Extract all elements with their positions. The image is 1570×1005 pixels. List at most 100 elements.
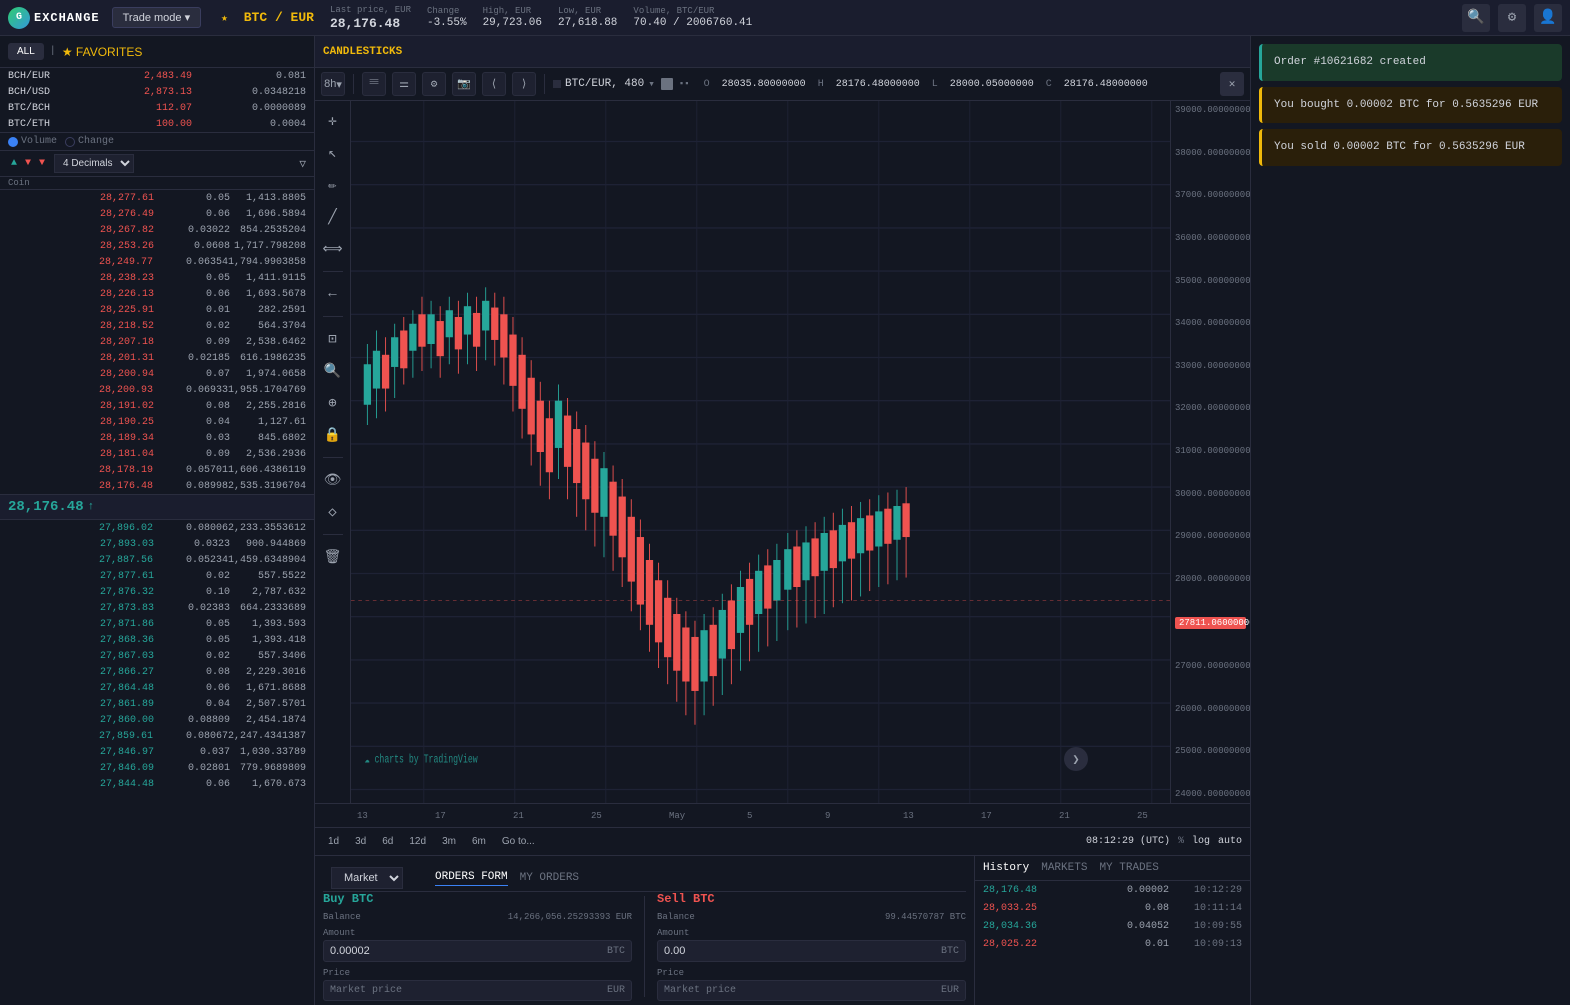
filter-favorites-button[interactable]: ★ FAVORITES (62, 45, 143, 59)
ask-row-17[interactable]: 28,178.19 0.05701 1,606.4386119 (0, 462, 314, 478)
magnet-tool[interactable]: ⊕ (319, 389, 347, 417)
settings-chart-icon[interactable]: ⚙ (422, 72, 446, 96)
sell-price-input-row[interactable]: Market price EUR (657, 980, 966, 1001)
bid-row-5[interactable]: 27,873.83 0.02383 664.2333689 (0, 600, 314, 616)
ask-row-7[interactable]: 28,225.91 0.01 282.2591 (0, 302, 314, 318)
bid-row-0[interactable]: 27,896.02 0.08006 2,233.3553612 (0, 520, 314, 536)
lock-tool[interactable]: 🔒 (319, 421, 347, 449)
my-orders-tab[interactable]: MY ORDERS (520, 870, 579, 886)
diamond-tool[interactable]: ◇ (319, 498, 347, 526)
ask-row-15[interactable]: 28,189.34 0.03 845.6802 (0, 430, 314, 446)
history-row-2[interactable]: 28,034.36 0.04052 10:09:55 (975, 917, 1250, 935)
ask-row-11[interactable]: 28,200.94 0.07 1,974.0658 (0, 366, 314, 382)
pencil-tool[interactable]: ✏ (319, 171, 347, 199)
coin-btc-eth[interactable]: BTC/ETH 100.00 0.0004 (0, 116, 314, 132)
coin-bch-eur[interactable]: BCH/EUR 2,483.49 0.081 (0, 68, 314, 84)
orders-form-tab[interactable]: ORDERS FORM (435, 869, 508, 886)
price-35000: 35000.00000000 (1175, 276, 1246, 286)
time-3m[interactable]: 3m (437, 834, 461, 849)
direction-arrows: ▲ ▼ ▼ (8, 158, 48, 170)
bid-row-10[interactable]: 27,864.48 0.06 1,671.8688 (0, 680, 314, 696)
bar-chart-icon[interactable]: ⚌ (392, 72, 416, 96)
measure-tool[interactable]: ⊡ (319, 325, 347, 353)
ask-row-10[interactable]: 28,201.31 0.02185 616.1986235 (0, 350, 314, 366)
bid-row-4[interactable]: 27,876.32 0.10 2,787.632 (0, 584, 314, 600)
sell-amount-input-row[interactable]: BTC (657, 940, 966, 962)
my-trades-tab[interactable]: MY TRADES (1099, 862, 1158, 874)
time-1d[interactable]: 1d (323, 834, 344, 849)
bid-row-15[interactable]: 27,846.09 0.02801 779.9689809 (0, 760, 314, 776)
bid-row-3[interactable]: 27,877.61 0.02 557.5522 (0, 568, 314, 584)
buy-amount-input[interactable] (324, 941, 601, 961)
ask-row-6[interactable]: 28,226.13 0.06 1,693.5678 (0, 286, 314, 302)
ask-row-5[interactable]: 28,238.23 0.05 1,411.9115 (0, 270, 314, 286)
bid-row-2[interactable]: 27,887.56 0.05234 1,459.6348904 (0, 552, 314, 568)
goto-button[interactable]: Go to... (497, 834, 540, 849)
replay-icon[interactable]: ⟨ (482, 72, 506, 96)
ask-row-12[interactable]: 28,200.93 0.06933 1,955.1704769 (0, 382, 314, 398)
line-tool[interactable]: ╱ (319, 203, 347, 231)
ask-row-13[interactable]: 28,191.02 0.08 2,255.2816 (0, 398, 314, 414)
bid-row-7[interactable]: 27,868.36 0.05 1,393.418 (0, 632, 314, 648)
coin-bch-usd[interactable]: BCH/USD 2,873.13 0.0348218 (0, 84, 314, 100)
ask-row-3[interactable]: 28,253.26 0.0608 1,717.798208 (0, 238, 314, 254)
time-12d[interactable]: 12d (404, 834, 431, 849)
eye-tool[interactable]: 👁 (319, 466, 347, 494)
decimals-select[interactable]: 4 Decimals (54, 154, 134, 173)
ask-row-16[interactable]: 28,181.04 0.09 2,536.2936 (0, 446, 314, 462)
scroll-right-button[interactable]: ❯ (1064, 747, 1088, 771)
ask-row-8[interactable]: 28,218.52 0.02 564.3704 (0, 318, 314, 334)
ask-row-9[interactable]: 28,207.18 0.09 2,538.6462 (0, 334, 314, 350)
ask-row-1[interactable]: 28,276.49 0.06 1,696.5894 (0, 206, 314, 222)
volume-radio[interactable]: Volume (8, 136, 57, 147)
markets-tab[interactable]: MARKETS (1041, 862, 1087, 874)
history-row-0[interactable]: 28,176.48 0.00002 10:12:29 (975, 881, 1250, 899)
ask-row-0[interactable]: 28,277.61 0.05 1,413.8805 (0, 190, 314, 206)
history-row-3[interactable]: 28,025.22 0.01 10:09:13 (975, 935, 1250, 953)
time-3d[interactable]: 3d (350, 834, 371, 849)
forward-icon[interactable]: ⟩ (512, 72, 536, 96)
hline-tool[interactable]: ⟺ (319, 235, 347, 263)
bid-row-6[interactable]: 27,871.86 0.05 1,393.593 (0, 616, 314, 632)
bought-notification: You bought 0.00002 BTC for 0.5635296 EUR (1259, 87, 1562, 124)
filter-all-button[interactable]: ALL (8, 43, 44, 60)
bid-row-12[interactable]: 27,860.00 0.08809 2,454.1874 (0, 712, 314, 728)
settings-icon[interactable]: ⚙ (1498, 4, 1526, 32)
time-6m[interactable]: 6m (467, 834, 491, 849)
trade-mode-button[interactable]: Trade mode ▾ (112, 7, 202, 28)
price-31000: 31000.00000000 (1175, 446, 1246, 456)
bid-row-11[interactable]: 27,861.89 0.04 2,507.5701 (0, 696, 314, 712)
bid-row-8[interactable]: 27,867.03 0.02 557.3406 (0, 648, 314, 664)
ask-row-18[interactable]: 28,176.48 0.08998 2,535.3196704 (0, 478, 314, 494)
back-arrow-tool[interactable]: ← (319, 280, 347, 308)
history-row-1[interactable]: 28,033.25 0.08 10:11:14 (975, 899, 1250, 917)
change-radio[interactable]: Change (65, 136, 114, 147)
market-type-select[interactable]: Market (331, 867, 403, 889)
buy-amount-input-row[interactable]: BTC (323, 940, 632, 962)
date-13b: 13 (903, 811, 914, 821)
bid-row-1[interactable]: 27,893.03 0.0323 900.944869 (0, 536, 314, 552)
search-icon[interactable]: 🔍 (1462, 4, 1490, 32)
time-6d[interactable]: 6d (377, 834, 398, 849)
sell-amount-input[interactable] (658, 941, 935, 961)
zoom-tool[interactable]: 🔍 (319, 357, 347, 385)
timeframe-selector[interactable]: 8h ▾ (321, 72, 345, 96)
trash-tool[interactable]: 🗑 (319, 543, 347, 571)
crosshair-tool[interactable]: ✛ (319, 107, 347, 135)
close-chart-button[interactable]: ✕ (1220, 72, 1244, 96)
ask-row-4[interactable]: 28,249.77 0.06354 1,794.9903858 (0, 254, 314, 270)
camera-icon[interactable]: 📷 (452, 72, 476, 96)
ask-row-14[interactable]: 28,190.25 0.04 1,127.61 (0, 414, 314, 430)
history-tab[interactable]: History (983, 862, 1029, 874)
bid-rows-container: 27,896.02 0.08006 2,233.3553612 27,893.0… (0, 520, 314, 792)
coin-btc-bch[interactable]: BTC/BCH 112.07 0.0000089 (0, 100, 314, 116)
bid-row-14[interactable]: 27,846.97 0.037 1,030.33789 (0, 744, 314, 760)
buy-price-input-row[interactable]: Market price EUR (323, 980, 632, 1001)
bid-row-9[interactable]: 27,866.27 0.08 2,229.3016 (0, 664, 314, 680)
bid-row-13[interactable]: 27,859.61 0.08067 2,247.4341387 (0, 728, 314, 744)
ask-row-2[interactable]: 28,267.82 0.03022 854.2535204 (0, 222, 314, 238)
candlestick-icon[interactable]: 𝄘 (362, 72, 386, 96)
cursor-tool[interactable]: ↖ (319, 139, 347, 167)
bid-row-16[interactable]: 27,844.48 0.06 1,670.673 (0, 776, 314, 792)
user-icon[interactable]: 👤 (1534, 4, 1562, 32)
